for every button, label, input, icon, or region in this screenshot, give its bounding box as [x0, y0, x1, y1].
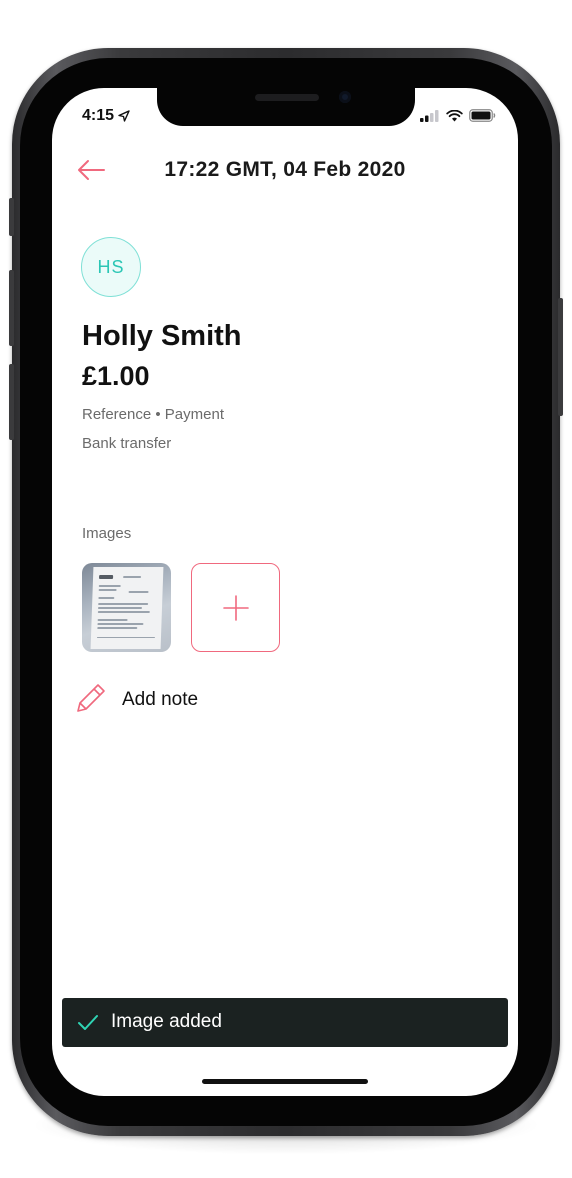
home-indicator[interactable] [202, 1079, 368, 1084]
payee-name: Holly Smith [82, 320, 242, 352]
reference-line: Reference • Payment [82, 406, 224, 423]
add-note-label: Add note [122, 689, 199, 710]
transaction-amount: £1.00 [82, 361, 150, 391]
page-title: 17:22 GMT, 04 Feb 2020 [164, 158, 406, 181]
location-arrow-icon [118, 110, 130, 122]
power-button [558, 298, 563, 416]
front-camera [339, 91, 351, 103]
wifi-icon [446, 109, 463, 121]
plus-icon [222, 594, 249, 621]
phone-screen: 4:15 17:22 GMT, 04 Feb 2020 HS Holly Smi… [52, 88, 518, 1096]
pencil-icon [77, 684, 105, 712]
status-bar-indicators [420, 109, 496, 122]
images-section-label: Images [82, 525, 132, 542]
toast-message: Image added [111, 1011, 222, 1032]
battery-icon [469, 109, 496, 122]
status-time-text: 4:15 [82, 107, 115, 124]
cellular-signal-icon [420, 109, 439, 122]
volume-down-button [9, 364, 14, 440]
volume-up-button [9, 270, 14, 346]
earpiece-speaker [255, 94, 319, 101]
notch [157, 88, 415, 126]
add-note-button[interactable]: Add note [74, 681, 274, 717]
add-image-button[interactable] [191, 563, 280, 652]
payment-method: Bank transfer [82, 435, 172, 452]
receipt-image-thumbnail[interactable] [82, 563, 171, 652]
avatar: HS [81, 237, 141, 297]
status-bar-time: 4:15 [82, 107, 130, 125]
checkmark-icon [78, 1015, 98, 1030]
receipt-document-preview [90, 567, 164, 649]
silent-switch [9, 198, 14, 236]
header-bar: 17:22 GMT, 04 Feb 2020 [52, 148, 518, 192]
toast-notification: Image added [62, 998, 508, 1047]
